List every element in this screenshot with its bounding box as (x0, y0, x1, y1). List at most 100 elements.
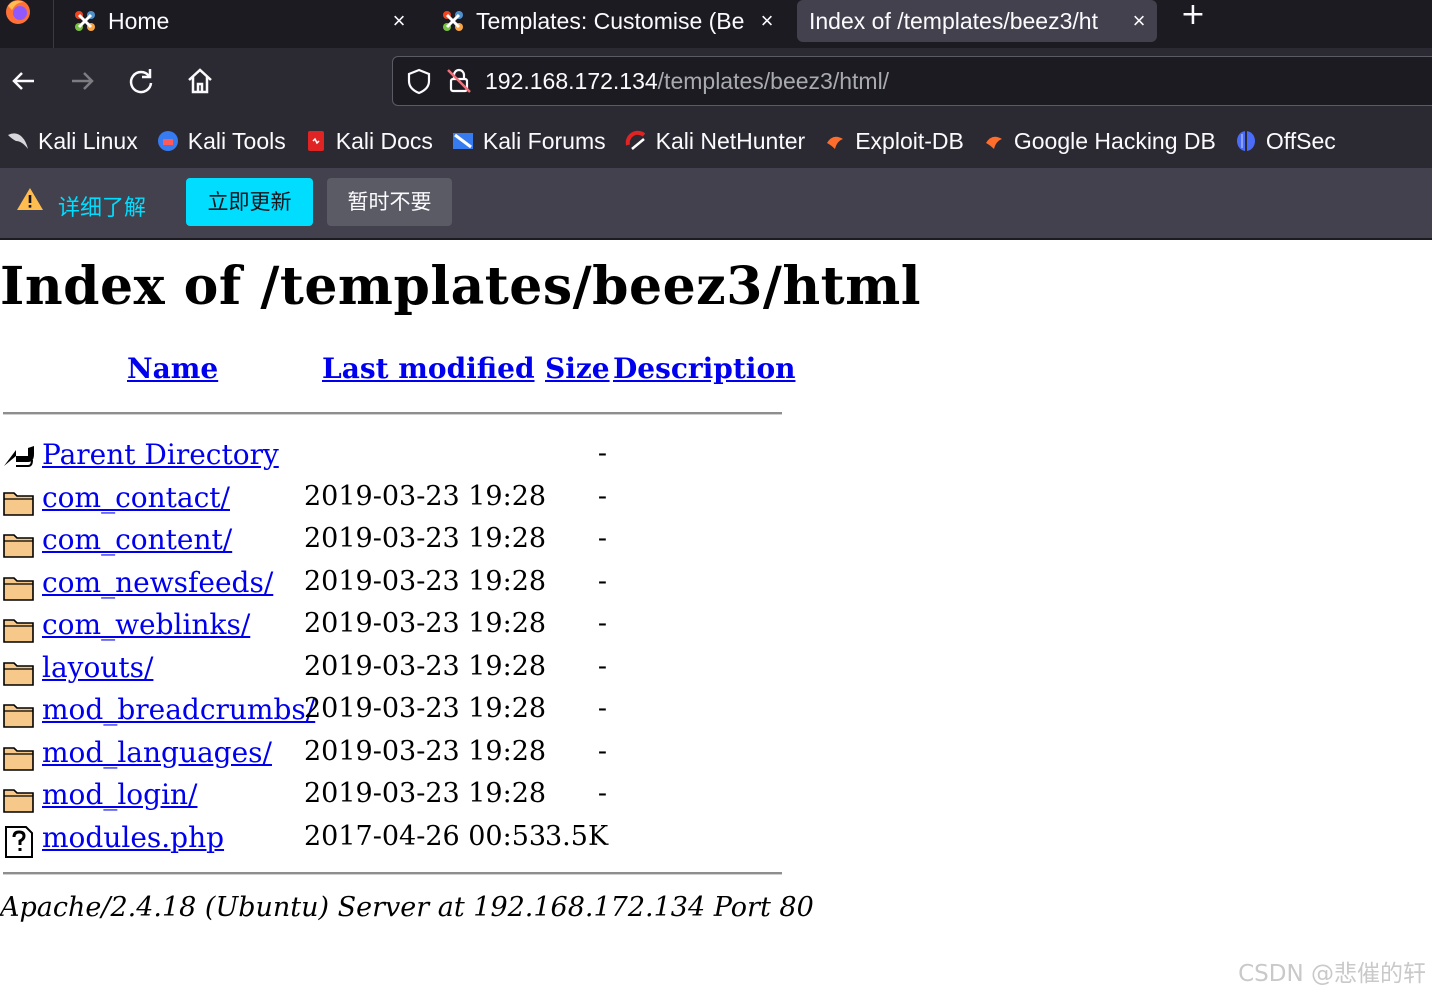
column-header-size[interactable]: Size (545, 352, 610, 385)
update-now-button[interactable]: 立即更新 (186, 178, 313, 226)
file-date: 2019-03-23 19:28 (304, 693, 547, 724)
file-date: 2017-04-26 00:53 (304, 821, 547, 852)
table-row: com_contact/ 2019-03-23 19:28 - (0, 477, 800, 519)
file-link[interactable]: modules.php (42, 821, 224, 854)
warning-icon (17, 188, 43, 210)
not-now-button[interactable]: 暂时不要 (327, 178, 452, 226)
file-link[interactable]: com_content/ (42, 523, 232, 556)
folder-icon (3, 619, 34, 643)
tab-label: Home (108, 7, 170, 34)
bookmark-exploit-db[interactable]: Exploit-DB (823, 128, 964, 155)
forward-arrow-icon[interactable] (66, 65, 98, 97)
file-size: - (597, 693, 607, 724)
shield-icon[interactable] (405, 67, 433, 95)
kali-forums-icon (452, 133, 473, 149)
folder-icon (3, 747, 34, 771)
file-date: 2019-03-23 19:28 (304, 736, 547, 767)
file-size: - (597, 778, 607, 809)
bookmark-label: Kali NetHunter (655, 127, 806, 154)
unknown-file-icon (5, 826, 33, 858)
new-tab-button[interactable]: + (1178, 0, 1208, 30)
file-link[interactable]: mod_login/ (42, 778, 198, 811)
url-host: 192.168.172.134 (485, 67, 658, 94)
folder-icon (3, 662, 34, 686)
watermark: CSDN @悲催的轩 (1238, 961, 1426, 987)
close-icon[interactable]: × (1127, 8, 1151, 34)
bookmark-label: OffSec (1265, 127, 1336, 154)
column-header-description[interactable]: Description (613, 352, 795, 385)
bookmark-kali-nethunter[interactable]: Kali NetHunter (624, 127, 806, 155)
tab-label: Templates: Customise (Be (476, 7, 745, 34)
close-icon[interactable]: × (755, 8, 779, 34)
tab-index-active[interactable]: Index of /templates/beez3/ht × (797, 0, 1157, 42)
folder-icon (3, 492, 34, 516)
file-size: - (597, 736, 607, 767)
bookmark-kali-linux[interactable]: Kali Linux (6, 128, 138, 155)
kali-docs-icon (307, 131, 324, 151)
bookmark-kali-docs[interactable]: Kali Docs (304, 128, 433, 155)
file-link[interactable]: com_contact/ (42, 481, 230, 514)
server-signature: Apache/2.4.18 (Ubuntu) Server at 192.168… (0, 892, 814, 923)
divider (3, 872, 782, 875)
home-icon[interactable] (184, 65, 216, 97)
file-link[interactable]: mod_breadcrumbs/ (42, 693, 315, 726)
kali-tools-icon (157, 131, 178, 151)
file-date: 2019-03-23 19:28 (304, 566, 547, 597)
file-date: 2019-03-23 19:28 (304, 608, 547, 639)
table-row: modules.php 2017-04-26 00:53 3.5K (0, 817, 800, 859)
back-arrow-icon[interactable] (8, 65, 40, 97)
file-size: 3.5K (545, 821, 609, 852)
bookmark-label: Google Hacking DB (1013, 127, 1216, 154)
column-header-name[interactable]: Name (127, 352, 218, 385)
file-date: 2019-03-23 19:28 (304, 651, 547, 682)
file-link[interactable]: com_newsfeeds/ (42, 566, 273, 599)
file-link[interactable]: com_weblinks/ (42, 608, 250, 641)
insecure-lock-icon[interactable] (445, 67, 473, 95)
joomla-icon (75, 11, 95, 31)
learn-more-link[interactable]: 详细了解 (58, 190, 146, 222)
bookmark-offsec[interactable]: OffSec (1234, 128, 1336, 155)
table-row: layouts/ 2019-03-23 19:28 - (0, 647, 800, 689)
kali-nethunter-icon (625, 130, 645, 150)
ghdb-icon (985, 136, 1002, 149)
url-path: /templates/beez3/html/ (657, 67, 890, 94)
file-link[interactable]: Parent Directory (42, 438, 279, 471)
tab-label: Index of /templates/beez3/ht (809, 7, 1098, 34)
folder-icon (3, 789, 34, 813)
file-link[interactable]: mod_languages/ (42, 736, 272, 769)
bookmark-kali-forums[interactable]: Kali Forums (451, 128, 606, 155)
bookmark-label: Kali Tools (187, 127, 286, 154)
exploit-db-icon (827, 136, 844, 149)
file-size: - (597, 481, 607, 512)
reload-icon[interactable] (125, 65, 157, 97)
tab-templates[interactable]: Templates: Customise (Be × (440, 0, 785, 42)
file-date: 2019-03-23 19:28 (304, 523, 547, 554)
file-size: - (597, 523, 607, 554)
table-row: mod_breadcrumbs/ 2019-03-23 19:28 - (0, 689, 800, 731)
table-row: Parent Directory - (0, 434, 800, 476)
url-text: 192.168.172.134/templates/beez3/html/ (485, 68, 889, 95)
column-header-last-modified[interactable]: Last modified (322, 352, 535, 385)
table-row: com_content/ 2019-03-23 19:28 - (0, 519, 800, 561)
bookmarks-toolbar: Kali Linux Kali Tools Kali Docs Kali For… (0, 114, 1432, 168)
navigation-toolbar: 192.168.172.134/templates/beez3/html/ (0, 48, 1432, 114)
folder-icon (3, 534, 34, 558)
folder-icon (3, 704, 34, 728)
bookmark-label: Exploit-DB (855, 127, 964, 154)
url-bar[interactable]: 192.168.172.134/templates/beez3/html/ (392, 56, 1432, 106)
file-size: - (597, 438, 607, 469)
offsec-icon (1236, 131, 1255, 151)
page-title: Index of /templates/beez3/html (0, 256, 921, 317)
joomla-icon (443, 11, 463, 31)
firefox-icon[interactable] (0, 0, 40, 36)
close-icon[interactable]: × (387, 8, 411, 34)
bookmark-google-hacking-db[interactable]: Google Hacking DB (982, 128, 1216, 155)
folder-icon (3, 577, 34, 601)
bookmark-label: Kali Linux (38, 127, 138, 154)
tab-home[interactable]: Home × (72, 0, 417, 42)
file-link[interactable]: layouts/ (42, 651, 153, 684)
file-date: 2019-03-23 19:28 (304, 778, 547, 809)
table-row: mod_login/ 2019-03-23 19:28 - (0, 774, 800, 816)
bookmark-kali-tools[interactable]: Kali Tools (156, 128, 286, 155)
page-content: Index of /templates/beez3/html Name Last… (0, 242, 1432, 996)
